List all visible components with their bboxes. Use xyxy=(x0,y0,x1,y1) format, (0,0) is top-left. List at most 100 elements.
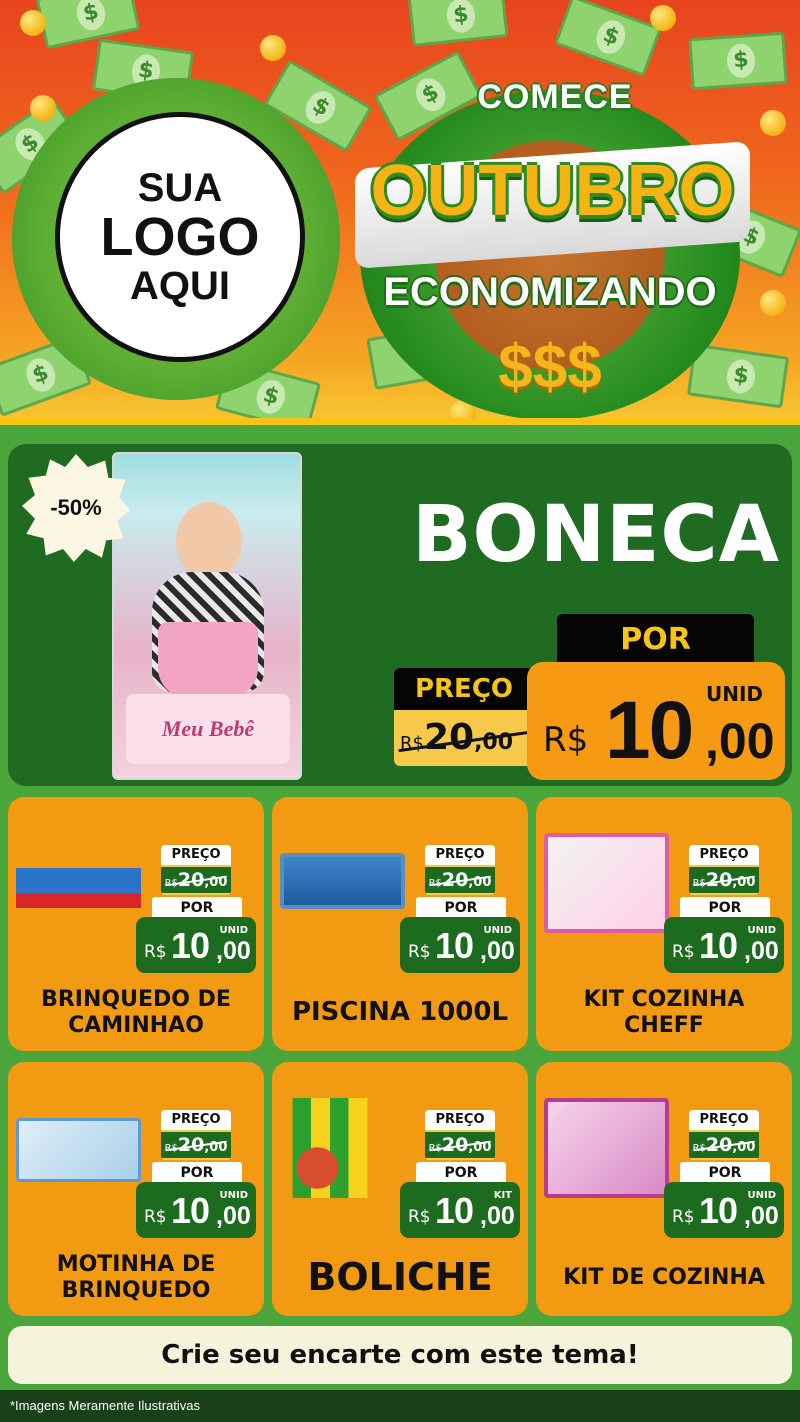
kitchen-kit-icon xyxy=(544,833,669,933)
unit-label: KIT xyxy=(493,1190,512,1201)
doll-dress-shape xyxy=(158,622,258,698)
new-price-int: 10 xyxy=(171,1190,210,1231)
old-price-cents: ,00 xyxy=(204,1140,228,1155)
new-price-cents: ,00 xyxy=(216,937,251,965)
product-name: BRINQUEDO DE CAMINHAO xyxy=(41,986,231,1038)
promo-main-text: OUTUBRO xyxy=(370,151,735,231)
preco-label: PREÇO xyxy=(394,668,534,710)
new-price-cents: ,00 xyxy=(216,1202,251,1230)
new-price-currency: R$ xyxy=(408,942,431,962)
old-price: R$20,00 xyxy=(161,867,231,893)
coin-icon xyxy=(650,5,676,31)
cta-banner[interactable]: Crie seu encarte com este tema! xyxy=(8,1326,792,1384)
old-price-currency: R$ xyxy=(692,878,706,889)
por-label: POR xyxy=(416,1162,506,1184)
product-name: PISCINA 1000L xyxy=(291,997,509,1028)
old-price-cents: ,00 xyxy=(732,1140,756,1155)
unit-label: UNID xyxy=(483,925,512,936)
featured-product-title: BONECA xyxy=(412,490,780,580)
new-price-currency: R$ xyxy=(408,1207,431,1227)
logo-placeholder: SUA LOGO AQUI xyxy=(55,112,305,362)
bowling-icon xyxy=(280,1098,405,1198)
header-divider xyxy=(0,418,800,425)
old-price-cents: ,00 xyxy=(468,1140,492,1155)
new-price-currency: R$ xyxy=(672,1207,695,1227)
money-bill-icon xyxy=(554,0,662,77)
pool-icon xyxy=(280,853,405,909)
old-price: R$20,00 xyxy=(689,1132,759,1158)
unit-label: UNID xyxy=(747,925,776,936)
por-label: POR xyxy=(152,1162,242,1184)
old-price-tag: PREÇO R$20,00 xyxy=(425,1110,495,1160)
new-price-cents: ,00 xyxy=(744,937,779,965)
new-price-int: 10 xyxy=(699,1190,738,1231)
old-price-int: 20 xyxy=(177,869,205,891)
old-price: R$20,00 xyxy=(425,1132,495,1158)
old-price-tag: PREÇO R$20,00 xyxy=(689,1110,759,1160)
preco-label: PREÇO xyxy=(161,1110,231,1130)
new-price-int: 10 xyxy=(171,925,210,966)
old-price: R$20,00 xyxy=(161,1132,231,1158)
new-price-cents: ,00 xyxy=(480,1202,515,1230)
new-price-currency: R$ xyxy=(144,942,167,962)
product-card[interactable]: PREÇO R$20,00 POR KIT R$ 10 ,00 BOLICHE xyxy=(272,1062,528,1316)
preco-label: PREÇO xyxy=(425,845,495,865)
promo-money-text: $$$ xyxy=(498,333,602,402)
old-price-int: 20 xyxy=(705,869,733,891)
old-price-int: 20 xyxy=(423,717,475,758)
por-label: POR xyxy=(557,614,754,664)
doll-box-label: Meu Bebê xyxy=(126,694,290,764)
product-card[interactable]: PREÇO R$20,00 POR UNID R$ 10 ,00 KIT COZ… xyxy=(536,797,792,1051)
product-card[interactable]: PREÇO R$20,00 POR UNID R$ 10 ,00 BRINQUE… xyxy=(8,797,264,1051)
new-price-cents: ,00 xyxy=(480,937,515,965)
money-bill-icon xyxy=(407,0,509,47)
new-price-int: 10 xyxy=(699,925,738,966)
product-card[interactable]: PREÇO R$20,00 POR UNID R$ 10 ,00 MOTINHA… xyxy=(8,1062,264,1316)
old-price-currency: R$ xyxy=(400,733,424,754)
kitchen-set-icon xyxy=(544,1098,669,1198)
disclaimer-text: *Imagens Meramente Ilustrativas xyxy=(0,1390,800,1422)
product-card[interactable]: PREÇO R$20,00 POR UNID R$ 10 ,00 PISCINA… xyxy=(272,797,528,1051)
old-price-int: 20 xyxy=(441,869,469,891)
old-price-tag: PREÇO R$20,00 xyxy=(425,845,495,895)
coin-icon xyxy=(20,10,46,36)
coin-icon xyxy=(260,35,286,61)
doll-product-image: Meu Bebê xyxy=(112,452,302,780)
coin-icon xyxy=(760,290,786,316)
old-price: R$20,00 xyxy=(425,867,495,893)
old-price-tag: PREÇO R$20,00 xyxy=(161,1110,231,1160)
coin-icon xyxy=(30,95,56,121)
old-price-currency: R$ xyxy=(164,878,178,889)
logo-text-line2: LOGO xyxy=(100,206,260,267)
preco-label: PREÇO xyxy=(425,1110,495,1130)
old-price-tag: PREÇO R$20,00 xyxy=(161,845,231,895)
old-price-int: 20 xyxy=(177,1134,205,1156)
old-price-currency: R$ xyxy=(692,1143,706,1154)
old-price-int: 20 xyxy=(705,1134,733,1156)
new-price-int: 10 xyxy=(605,685,694,776)
old-price-cents: ,00 xyxy=(474,730,514,755)
por-label: POR xyxy=(680,1162,770,1184)
product-name: KIT COZINHA CHEFF xyxy=(583,986,745,1038)
header-banner: SUA LOGO AQUI COMECE OUTUBRO ECONOMIZAND… xyxy=(0,0,800,425)
por-label: POR xyxy=(416,897,506,919)
old-price-int: 20 xyxy=(441,1134,469,1156)
preco-label: PREÇO xyxy=(689,1110,759,1130)
old-price-currency: R$ xyxy=(428,878,442,889)
new-price-currency: R$ xyxy=(672,942,695,962)
unit-label: UNID xyxy=(747,1190,776,1201)
product-card[interactable]: PREÇO R$20,00 POR UNID R$ 10 ,00 KIT DE … xyxy=(536,1062,792,1316)
old-price-cents: ,00 xyxy=(468,875,492,890)
old-price-tag: PREÇO R$20,00 xyxy=(394,668,534,766)
doll-head-shape xyxy=(176,502,242,580)
unit-label: UNID xyxy=(219,1190,248,1201)
old-price: R$20,00 xyxy=(689,867,759,893)
unit-label: UNID xyxy=(219,925,248,936)
por-label: POR xyxy=(680,897,770,919)
product-name: KIT DE COZINHA xyxy=(563,1264,765,1290)
trucks-icon xyxy=(16,833,141,933)
unit-label: UNID xyxy=(705,682,763,706)
new-price-tag: UNID R$ 10 ,00 xyxy=(527,662,785,780)
new-price-currency: R$ xyxy=(144,1207,167,1227)
new-price-tag: UNID R$ 10 ,00 xyxy=(664,1182,784,1238)
